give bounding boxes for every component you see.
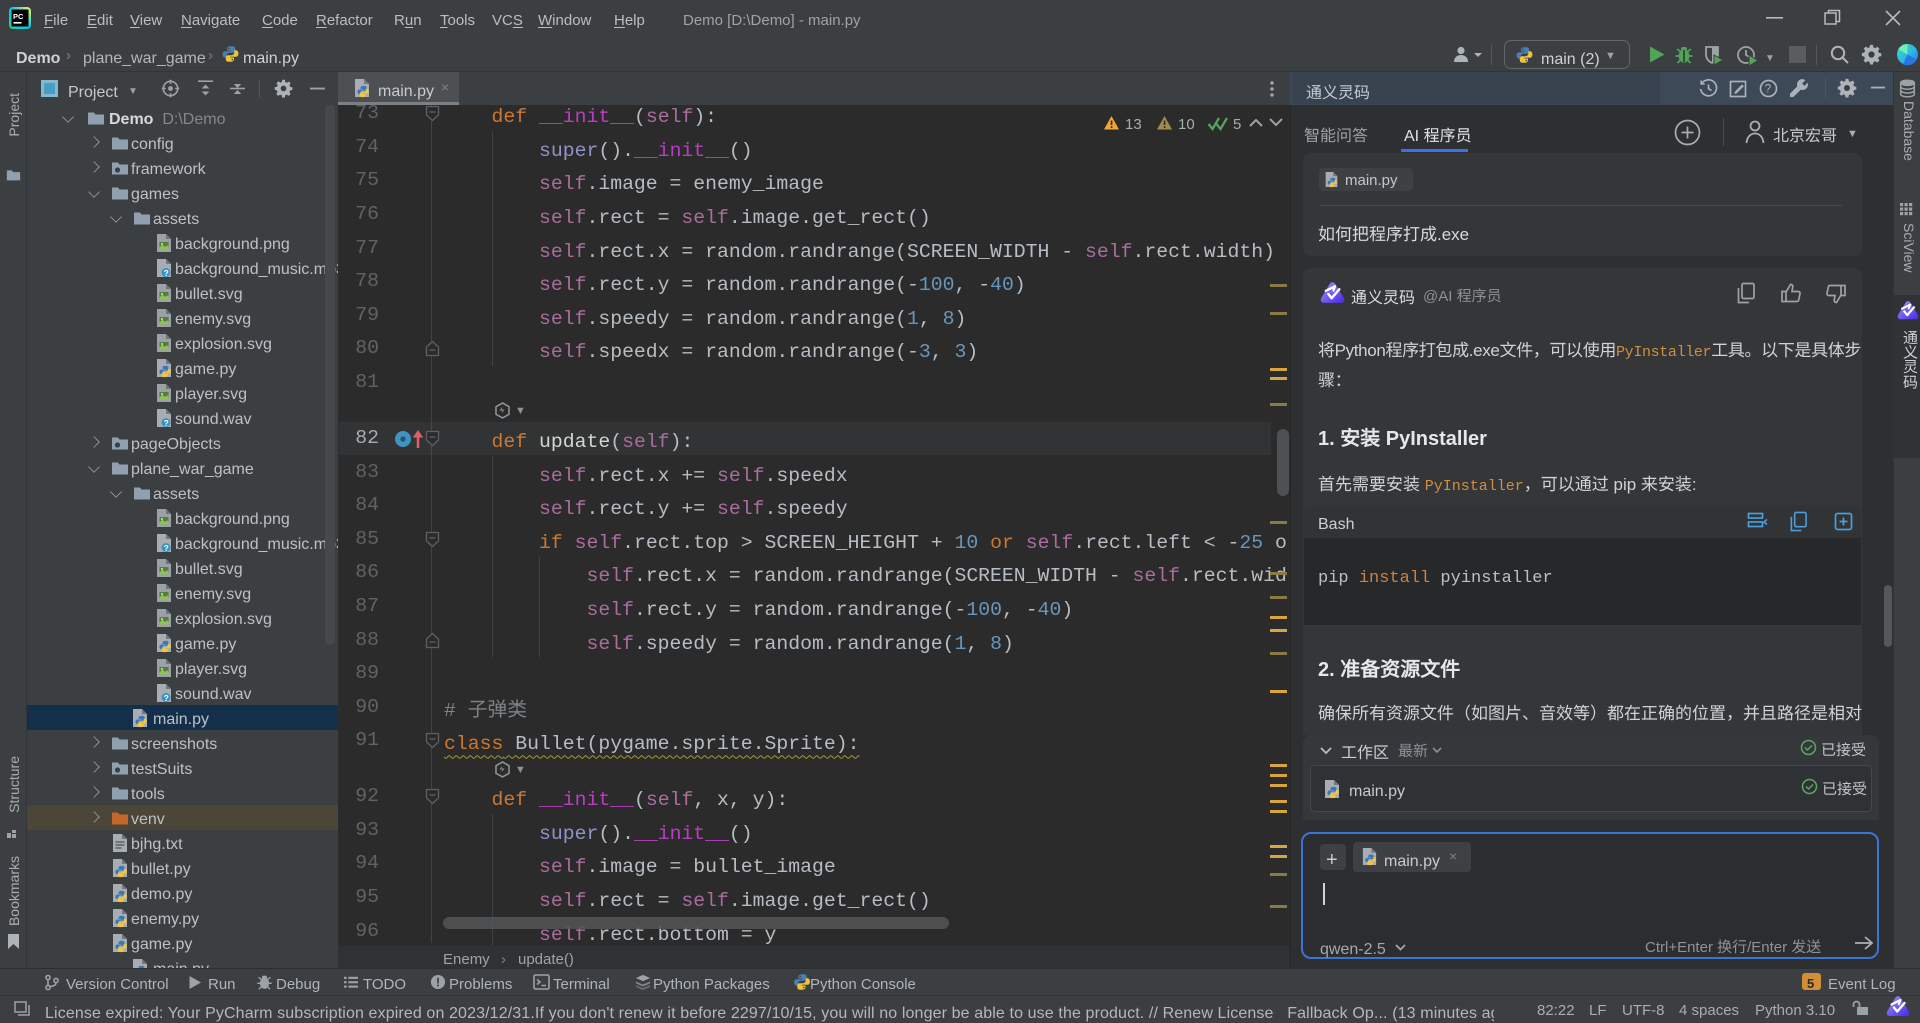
svg-text:PC: PC <box>13 12 24 21</box>
svg-text:?: ? <box>1765 84 1771 96</box>
